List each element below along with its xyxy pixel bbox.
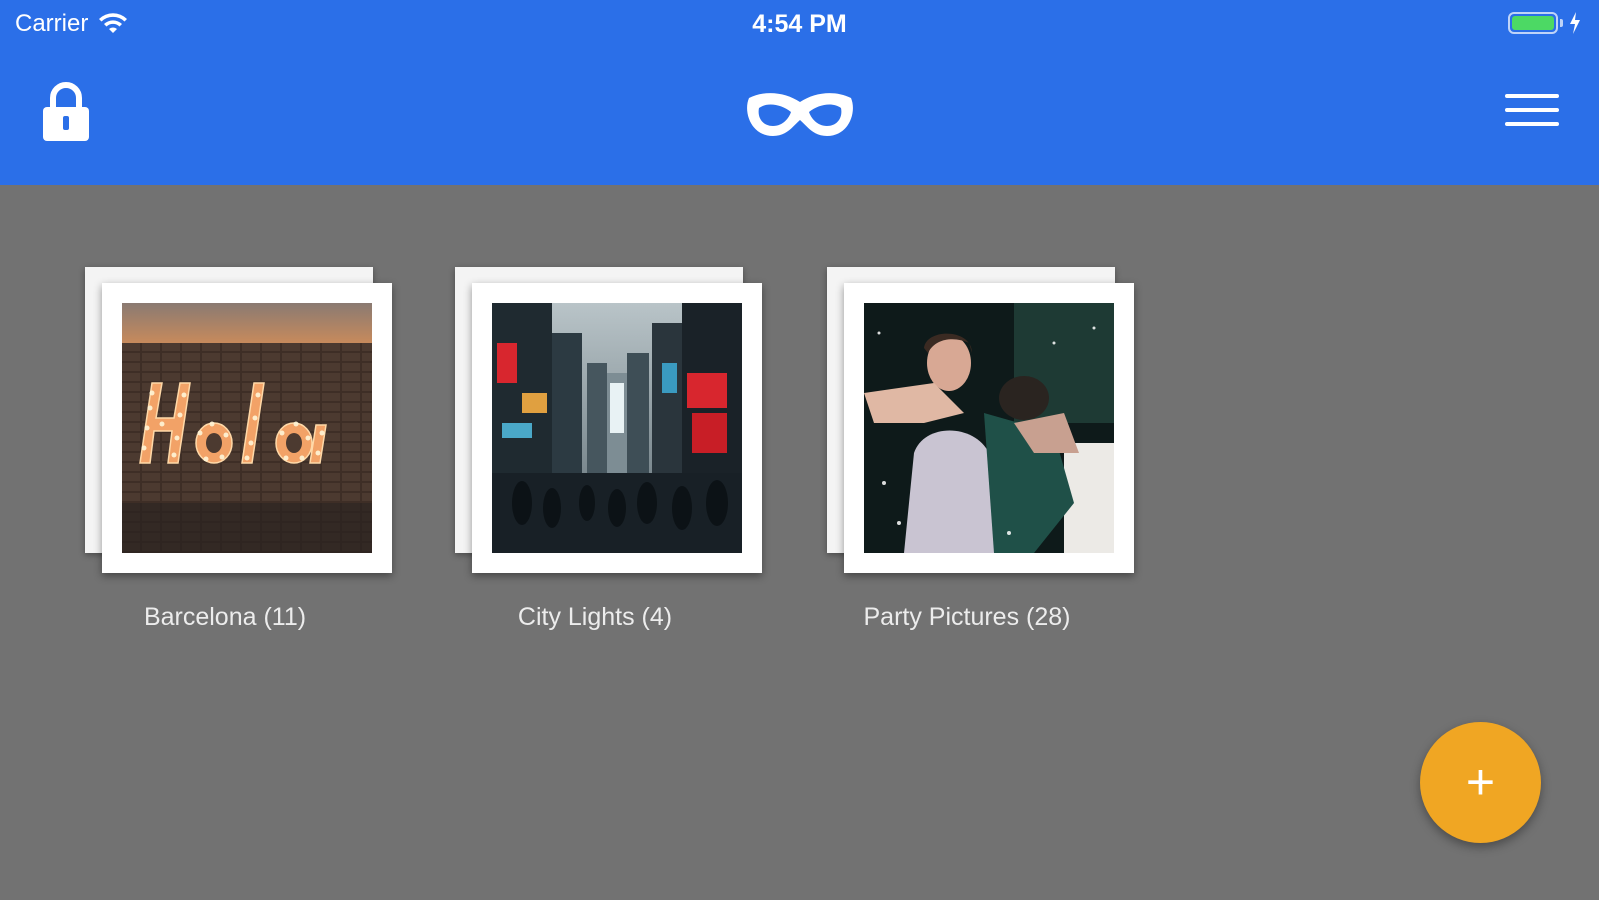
status-bar: Carrier 4:54 PM bbox=[0, 0, 1599, 50]
album-label: Party Pictures (28) bbox=[863, 603, 1071, 631]
album-label: Barcelona (11) bbox=[143, 603, 307, 631]
album-cover bbox=[102, 283, 392, 573]
mask-icon bbox=[747, 93, 853, 136]
album-cover bbox=[844, 283, 1134, 573]
battery-icon bbox=[1508, 12, 1558, 34]
album-grid: Barcelona (11) City Lights (4) Party Pic… bbox=[0, 185, 1599, 900]
album-barcelona[interactable]: Barcelona (11) bbox=[85, 267, 395, 637]
album-cover bbox=[472, 283, 762, 573]
nav-bar bbox=[0, 50, 1599, 185]
battery-indicator bbox=[1508, 12, 1581, 34]
party-photo bbox=[864, 303, 1114, 553]
album-party-pictures[interactable]: Party Pictures (28) bbox=[827, 267, 1137, 637]
hamburger-menu-icon[interactable] bbox=[1505, 90, 1559, 130]
battery-fill bbox=[1512, 16, 1554, 30]
battery-tip bbox=[1560, 19, 1563, 27]
lock-icon[interactable] bbox=[40, 82, 92, 144]
status-time: 4:54 PM bbox=[752, 10, 847, 38]
album-city-lights[interactable]: City Lights (4) bbox=[455, 267, 765, 637]
album-label: City Lights (4) bbox=[517, 603, 673, 631]
city-street-photo bbox=[492, 303, 742, 553]
add-album-button[interactable]: + bbox=[1420, 722, 1541, 843]
bolt-icon bbox=[1570, 12, 1580, 34]
hola-sign-photo bbox=[122, 303, 372, 553]
